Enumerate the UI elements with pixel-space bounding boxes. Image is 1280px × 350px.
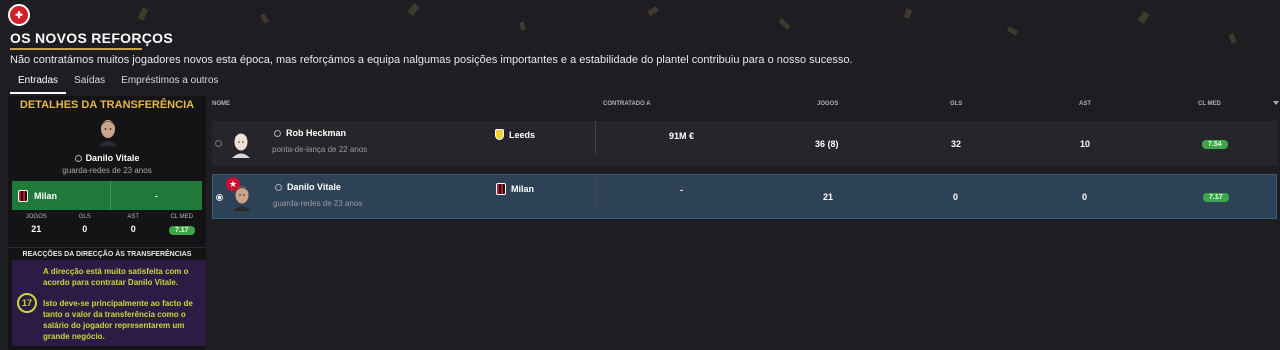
rating-badge: 7.54 [1202,140,1228,149]
player-name-text[interactable]: Danilo Vitale [287,182,341,192]
milan-crest-icon [18,189,28,202]
confetti [1137,10,1150,25]
rating-cell: 7.17 [1203,191,1229,202]
tab-bar: Entradas Saídas Empréstimos a outros [10,75,226,94]
title-underline [10,48,142,50]
goals: 32 [951,139,962,149]
player-name-text[interactable]: Rob Heckman [286,128,346,138]
col-header-name[interactable]: NOME [212,101,230,107]
row-select-radio[interactable] [215,140,222,147]
confetti [137,7,149,21]
table-row-selected[interactable]: ★ Danilo Vitale guarda-redes de 23 anos … [212,174,1277,219]
col-header-goals[interactable]: GLS [950,101,962,107]
reactions-title: REACÇÕES DA DIRECÇÃO ÀS TRANSFERÊNCIAS [8,247,206,258]
leeds-crest-icon [495,129,504,140]
reaction-text-2: Isto deve-se principalmente ao facto de … [43,299,193,341]
confetti [260,13,269,24]
confetti [1228,33,1237,44]
stat-assists: 0 [130,224,136,234]
stat-header-goals: GLS [78,214,91,220]
games-played: 21 [823,192,834,202]
player-stats: JOGOS GLS AST CL MED 21 0 0 7.17 [12,214,206,235]
tab-saidas[interactable]: Saídas [66,75,113,94]
stat-header-rating: CL MED [170,214,193,220]
club-from: Milan [12,181,111,210]
panel-player-name: Danilo Vitale [8,153,206,163]
rating-badge: 7.17 [1203,193,1229,202]
transfer-fee: - [680,185,683,195]
rating-cell: 7.54 [1202,138,1228,149]
person-icon [274,129,281,137]
reaction-text-1: A direcção está muito satisfeita com o a… [43,267,189,287]
club-crest-icon: ✚ [8,4,30,26]
table-header: NOME CONTRATADO A JOGOS GLS AST CL MED [212,101,1280,111]
goals: 0 [953,192,959,202]
club-from[interactable]: Leeds [495,129,535,140]
confetti [778,17,791,31]
club-to: - [154,190,158,201]
transfer-detail-panel: DETALHES DA TRANSFERÊNCIA Danilo Vitale … [8,96,206,350]
stat-header-assists: AST [127,214,140,220]
board-reaction-box: 17 A direcção está muito satisfeita com … [12,260,206,346]
confetti [519,21,526,31]
games-played: 36 (8) [815,139,839,149]
club-from-name: Milan [34,190,58,201]
panel-player-desc: guarda-redes de 23 anos [62,166,152,175]
player-name[interactable]: Rob Heckman [274,128,346,138]
person-icon [74,155,82,163]
column-divider [595,121,596,154]
col-header-games[interactable]: JOGOS [817,101,838,107]
column-divider [596,175,597,208]
confetti [1006,26,1019,36]
player-name-text: Danilo Vitale [85,153,140,163]
board-mood-icon: 17 [17,293,37,313]
milan-crest-icon [496,183,506,195]
stat-rating-cell: 7.17 [158,224,207,235]
player-face-icon [232,133,250,158]
page-title: OS NOVOS REFORÇOS [10,30,174,46]
confetti [407,3,420,16]
panel-title: DETALHES DA TRANSFERÊNCIA [19,99,195,111]
player-face-icon [233,186,251,211]
player-name[interactable]: Danilo Vitale [275,182,341,192]
club-transfer-bar: Milan - [12,181,202,210]
club-name[interactable]: Leeds [509,130,535,140]
assists: 0 [1082,192,1088,202]
stat-goals: 0 [82,224,88,234]
assists: 10 [1080,139,1091,149]
player-desc: guarda-redes de 23 anos [273,199,363,208]
sort-desc-icon[interactable] [1273,101,1279,105]
confetti [903,8,913,19]
confetti [647,5,659,17]
rating-badge: 7.17 [168,226,195,235]
stat-games: 21 [31,224,42,234]
tab-entradas[interactable]: Entradas [10,75,67,94]
person-icon [275,183,282,191]
col-header-assists[interactable]: AST [1079,101,1091,107]
player-face-icon [99,120,117,146]
col-header-rating[interactable]: CL MED [1198,101,1221,107]
transfer-fee: 91M € [669,131,695,141]
club-name[interactable]: Milan [511,184,534,194]
club-from[interactable]: Milan [496,183,534,195]
row-select-radio[interactable] [216,194,223,201]
stat-header-games: JOGOS [25,214,47,220]
table-row[interactable]: Rob Heckman ponta-de-lança de 22 anos Le… [212,121,1277,166]
tab-emprestimos[interactable]: Empréstimos a outros [113,75,226,94]
page-subtitle: Não contratámos muitos jogadores novos e… [10,54,853,66]
club-badge: ✚ [8,4,30,26]
col-header-contracted[interactable]: CONTRATADO A [603,101,651,107]
player-desc: ponta-de-lança de 22 anos [272,145,368,154]
